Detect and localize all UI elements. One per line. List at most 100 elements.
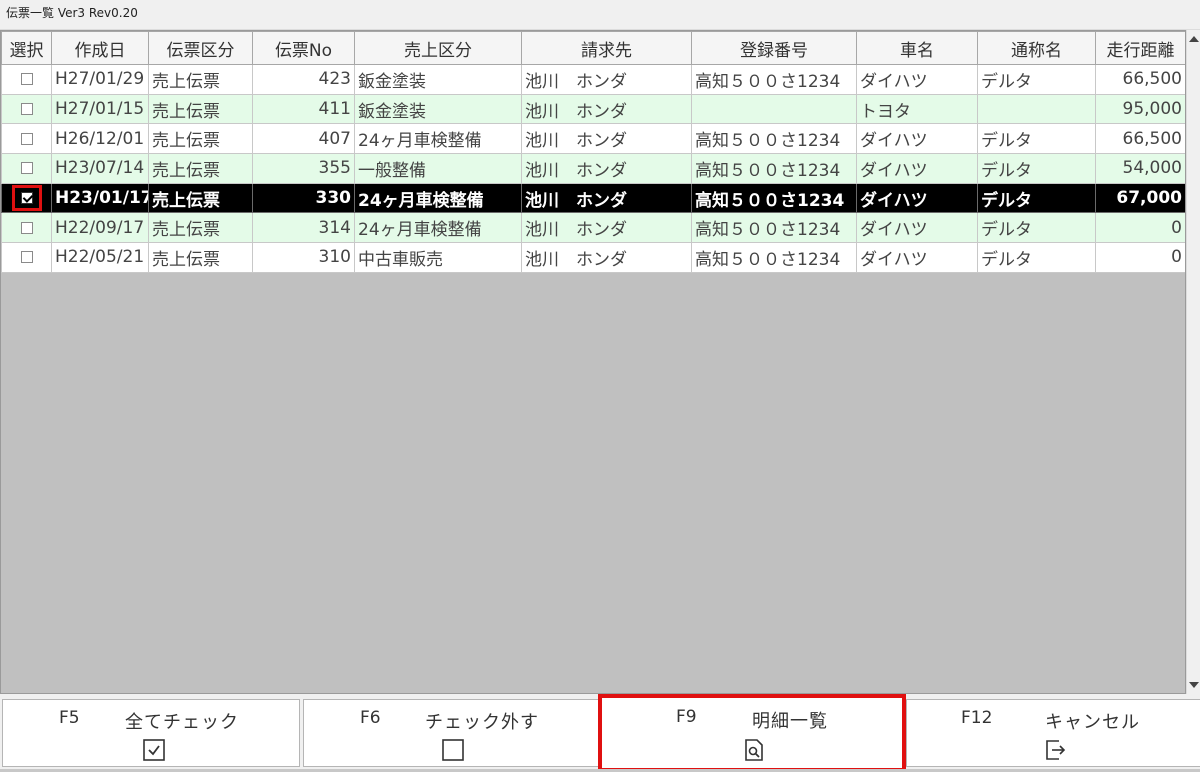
row-date[interactable]: H22/05/21 bbox=[51, 242, 149, 273]
column-header-mileage[interactable]: 走行距離 bbox=[1095, 31, 1185, 65]
row-car[interactable]: ダイハツ bbox=[856, 153, 978, 184]
row-billing[interactable]: 池川 ホンダ bbox=[521, 153, 692, 184]
cancel-button[interactable]: F12 キャンセル bbox=[906, 699, 1200, 767]
row-billing[interactable]: 池川 ホンダ bbox=[521, 242, 692, 273]
row-checkbox[interactable] bbox=[20, 162, 33, 175]
row-slip-no[interactable]: 355 bbox=[252, 153, 355, 184]
row-checkbox[interactable] bbox=[20, 221, 33, 234]
row-select-cell[interactable] bbox=[1, 212, 52, 244]
row-mileage[interactable]: 66,500 bbox=[1095, 64, 1185, 95]
table-row[interactable]: H27/01/15 売上伝票 411 鈑金塗装 池川 ホンダ トヨタ 95,000 bbox=[1, 93, 1185, 125]
row-slip-type[interactable]: 売上伝票 bbox=[148, 212, 253, 244]
row-slip-no[interactable]: 407 bbox=[252, 123, 355, 155]
row-mileage[interactable]: 67,000 bbox=[1095, 182, 1185, 214]
row-slip-type[interactable]: 売上伝票 bbox=[148, 93, 253, 125]
row-select-cell[interactable] bbox=[1, 182, 52, 214]
column-header-sales-type[interactable]: 売上区分 bbox=[354, 31, 522, 65]
row-slip-type[interactable]: 売上伝票 bbox=[148, 182, 253, 214]
row-date[interactable]: H23/07/14 bbox=[51, 153, 149, 184]
row-nickname[interactable]: デルタ bbox=[977, 64, 1096, 95]
row-billing[interactable]: 池川 ホンダ bbox=[521, 123, 692, 155]
row-slip-type[interactable]: 売上伝票 bbox=[148, 123, 253, 155]
row-car[interactable]: ダイハツ bbox=[856, 182, 978, 214]
row-mileage[interactable]: 54,000 bbox=[1095, 153, 1185, 184]
row-date[interactable]: H26/12/01 bbox=[51, 123, 149, 155]
table-row[interactable]: H27/01/29 売上伝票 423 鈑金塗装 池川 ホンダ 高知５００さ1234 ダイハツ… bbox=[1, 64, 1185, 95]
scroll-down-arrow-icon[interactable] bbox=[1189, 682, 1199, 688]
row-nickname[interactable] bbox=[977, 93, 1096, 125]
row-mileage[interactable]: 0 bbox=[1095, 242, 1185, 273]
table-row[interactable]: H23/07/14 売上伝票 355 一般整備 池川 ホンダ 高知５００さ1234 ダイハツ… bbox=[1, 153, 1185, 184]
row-checkbox[interactable] bbox=[20, 251, 33, 264]
row-sales-type[interactable]: 一般整備 bbox=[354, 153, 522, 184]
row-car[interactable]: ダイハツ bbox=[856, 123, 978, 155]
row-mileage[interactable]: 0 bbox=[1095, 212, 1185, 244]
row-select-cell[interactable] bbox=[1, 242, 52, 273]
row-select-cell[interactable] bbox=[1, 153, 52, 184]
column-header-slip-no[interactable]: 伝票No bbox=[252, 31, 355, 65]
row-reg-no[interactable]: 高知５００さ1234 bbox=[691, 182, 857, 214]
row-sales-type[interactable]: 24ヶ月車検整備 bbox=[354, 123, 522, 155]
row-billing[interactable]: 池川 ホンダ bbox=[521, 212, 692, 244]
row-reg-no[interactable]: 高知５００さ1234 bbox=[691, 153, 857, 184]
row-slip-type[interactable]: 売上伝票 bbox=[148, 64, 253, 95]
row-billing[interactable]: 池川 ホンダ bbox=[521, 182, 692, 214]
column-header-reg-no[interactable]: 登録番号 bbox=[691, 31, 857, 65]
row-checkbox[interactable] bbox=[20, 73, 33, 86]
row-nickname[interactable]: デルタ bbox=[977, 182, 1096, 214]
column-header-billing[interactable]: 請求先 bbox=[521, 31, 692, 65]
row-checkbox[interactable] bbox=[20, 132, 33, 145]
row-mileage[interactable]: 95,000 bbox=[1095, 93, 1185, 125]
row-nickname[interactable]: デルタ bbox=[977, 153, 1096, 184]
row-slip-no[interactable]: 423 bbox=[252, 64, 355, 95]
column-header-date[interactable]: 作成日 bbox=[51, 31, 149, 65]
row-billing[interactable]: 池川 ホンダ bbox=[521, 64, 692, 95]
row-nickname[interactable]: デルタ bbox=[977, 123, 1096, 155]
row-mileage[interactable]: 66,500 bbox=[1095, 123, 1185, 155]
row-sales-type[interactable]: 中古車販売 bbox=[354, 242, 522, 273]
row-reg-no[interactable]: 高知５００さ1234 bbox=[691, 64, 857, 95]
column-header-slip-type[interactable]: 伝票区分 bbox=[148, 31, 253, 65]
row-sales-type[interactable]: 24ヶ月車検整備 bbox=[354, 212, 522, 244]
row-date[interactable]: H27/01/15 bbox=[51, 93, 149, 125]
detail-list-button[interactable]: F9 明細一覧 bbox=[598, 694, 906, 772]
row-slip-no[interactable]: 411 bbox=[252, 93, 355, 125]
row-date[interactable]: H22/09/17 bbox=[51, 212, 149, 244]
row-reg-no[interactable]: 高知５００さ1234 bbox=[691, 123, 857, 155]
row-nickname[interactable]: デルタ bbox=[977, 212, 1096, 244]
row-slip-no[interactable]: 314 bbox=[252, 212, 355, 244]
vertical-scrollbar[interactable] bbox=[1186, 30, 1200, 694]
row-reg-no[interactable] bbox=[691, 93, 857, 125]
row-car[interactable]: トヨタ bbox=[856, 93, 978, 125]
row-slip-no[interactable]: 330 bbox=[252, 182, 355, 214]
table-row[interactable]: H26/12/01 売上伝票 407 24ヶ月車検整備 池川 ホンダ 高知５００さ1234… bbox=[1, 123, 1185, 155]
row-checkbox[interactable] bbox=[20, 192, 33, 205]
row-select-cell[interactable] bbox=[1, 64, 52, 95]
row-slip-no[interactable]: 310 bbox=[252, 242, 355, 273]
column-header-select[interactable]: 選択 bbox=[1, 31, 52, 65]
row-sales-type[interactable]: 鈑金塗装 bbox=[354, 93, 522, 125]
row-nickname[interactable]: デルタ bbox=[977, 242, 1096, 273]
table-row[interactable]: H22/05/21 売上伝票 310 中古車販売 池川 ホンダ 高知５００さ1234 ダイハ… bbox=[1, 242, 1185, 273]
row-car[interactable]: ダイハツ bbox=[856, 212, 978, 244]
row-slip-type[interactable]: 売上伝票 bbox=[148, 242, 253, 273]
scroll-up-arrow-icon[interactable] bbox=[1189, 36, 1199, 42]
row-slip-type[interactable]: 売上伝票 bbox=[148, 153, 253, 184]
table-row[interactable]: H23/01/17 売上伝票 330 24ヶ月車検整備 池川 ホンダ 高知５００さ1234… bbox=[1, 182, 1185, 214]
column-header-car[interactable]: 車名 bbox=[856, 31, 978, 65]
row-reg-no[interactable]: 高知５００さ1234 bbox=[691, 212, 857, 244]
column-header-nickname[interactable]: 通称名 bbox=[977, 31, 1096, 65]
row-date[interactable]: H27/01/29 bbox=[51, 64, 149, 95]
row-billing[interactable]: 池川 ホンダ bbox=[521, 93, 692, 125]
row-sales-type[interactable]: 24ヶ月車検整備 bbox=[354, 182, 522, 214]
row-sales-type[interactable]: 鈑金塗装 bbox=[354, 64, 522, 95]
uncheck-button[interactable]: F6 チェック外す bbox=[303, 699, 599, 767]
row-car[interactable]: ダイハツ bbox=[856, 242, 978, 273]
row-reg-no[interactable]: 高知５００さ1234 bbox=[691, 242, 857, 273]
row-checkbox[interactable] bbox=[20, 103, 33, 116]
row-car[interactable]: ダイハツ bbox=[856, 64, 978, 95]
row-select-cell[interactable] bbox=[1, 123, 52, 155]
row-select-cell[interactable] bbox=[1, 93, 52, 125]
table-row[interactable]: H22/09/17 売上伝票 314 24ヶ月車検整備 池川 ホンダ 高知５００さ1234… bbox=[1, 212, 1185, 244]
check-all-button[interactable]: F5 全てチェック bbox=[2, 699, 300, 767]
